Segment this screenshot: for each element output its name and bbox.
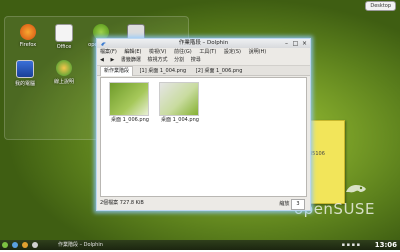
desktop-icon-my-computer[interactable]: 我的電腦 [9,60,41,87]
bookmark-filter-button[interactable]: 書籤篩選 [121,57,141,63]
menu-file[interactable]: 檔案(F) [100,49,117,55]
search-button[interactable]: 搜尋 [191,57,201,63]
opensuse-chameleon-logo [346,185,366,193]
firefox-icon [20,24,36,40]
file-name: 桌面 1_004.png [161,117,199,123]
taskbar-launcher-icon[interactable] [22,240,28,252]
toolbar: ◀ ▶ 書籤篩選 檢視方式 分割 搜尋 [97,56,310,66]
taskbar: 作業階段 – Dolphin ▪ ▪ ▪ ▪ 13:06 [0,240,400,250]
system-tray[interactable]: ▪ ▪ ▪ ▪ [342,240,360,250]
taskbar-task-dolphin[interactable]: 作業階段 – Dolphin [58,240,103,250]
desktop-button[interactable]: Desktop [365,1,396,11]
desktop-icon-office[interactable]: Office [48,24,80,50]
maximize-icon[interactable]: □ [292,40,299,47]
file-view[interactable]: 桌面 1_006.png 桌面 1_004.png [100,77,307,197]
desktop-button-label: Desktop [370,3,391,9]
tab-session[interactable]: 新作業階段 [100,66,134,76]
sticky-note-text: 35106 [309,151,325,157]
desktop-icon-online-help[interactable]: 線上說明 [48,60,80,85]
desktop-icon-label: 我的電腦 [14,81,35,87]
menu-help[interactable]: 說明(H) [249,49,267,55]
minimize-icon[interactable]: – [283,40,290,47]
menu-view[interactable]: 檢視(V) [149,49,166,55]
status-text: 2個檔案 727.8 KiB [100,200,144,206]
taskbar-launcher-icon[interactable] [12,240,18,252]
zoom-label: 縮放 [279,201,290,207]
tab-file-1[interactable]: [1] 桌面 1_004.png [137,67,190,76]
window-title: 作業階段 – Dolphin [178,40,229,46]
zoom-value: 3 [291,199,305,210]
menu-tools[interactable]: 工具(T) [199,49,216,55]
taskbar-task-label: 作業階段 – Dolphin [58,242,103,248]
zoom-control[interactable]: 縮放 3 [279,199,305,210]
clock[interactable]: 13:06 [375,240,397,250]
sticky-note[interactable]: 35106 [305,120,345,204]
menu-edit[interactable]: 編輯(E) [124,49,141,55]
status-bar: 2個檔案 727.8 KiB 縮放 3 [100,199,305,210]
document-icon [55,24,73,42]
close-icon[interactable]: × [301,40,308,47]
menu-settings[interactable]: 設定(S) [224,49,241,55]
tab-file-2[interactable]: [2] 桌面 1_006.png [193,67,246,76]
computer-icon [16,60,34,78]
forward-icon[interactable]: ▶ [110,57,114,63]
back-icon[interactable]: ◀ [100,57,104,63]
menu-go[interactable]: 前往(G) [174,49,192,55]
file-manager-window[interactable]: 作業階段 – Dolphin – □ × 檔案(F) 編輯(E) 檢視(V) 前… [96,38,311,211]
desktop-icon-firefox[interactable]: Firefox [12,24,44,48]
help-icon [56,60,72,76]
desktop-icon-label: Office [56,44,72,50]
window-titlebar[interactable]: 作業階段 – Dolphin – □ × [97,39,310,48]
split-button[interactable]: 分割 [174,57,184,63]
tab-bar: 新作業階段 [1] 桌面 1_004.png [2] 桌面 1_006.png [97,66,310,76]
start-menu-icon[interactable] [2,240,8,252]
desktop-icon-label: 線上說明 [53,79,74,85]
file-name: 桌面 1_006.png [111,117,149,123]
desktop-icon-label: Firefox [19,42,37,48]
file-thumbnail[interactable]: 桌面 1_004.png [159,82,199,123]
view-mode-button[interactable]: 檢視方式 [148,57,168,63]
taskbar-launcher-icon[interactable] [32,240,38,252]
file-thumbnail[interactable]: 桌面 1_006.png [109,82,149,123]
dolphin-app-icon [101,42,106,46]
menu-bar: 檔案(F) 編輯(E) 檢視(V) 前往(G) 工具(T) 設定(S) 說明(H… [97,48,310,56]
